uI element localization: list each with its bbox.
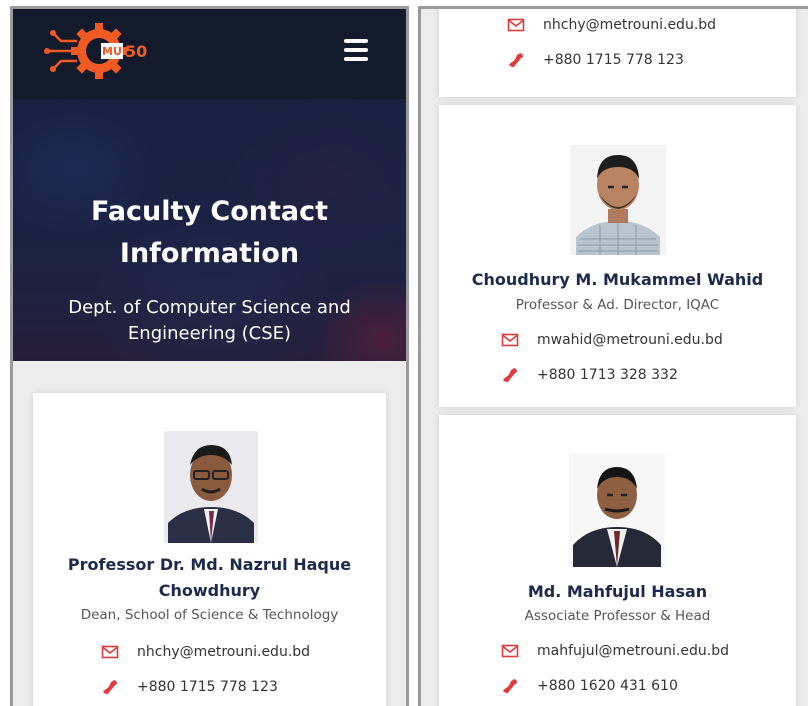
page-title-line1: Faculty Contact: [13, 191, 406, 233]
faculty-role: Dean, School of Science & Technology: [33, 607, 386, 623]
page-subtitle-line1: Dept. of Computer Science and: [13, 295, 406, 321]
left-mobile-screenshot: MU 50 Faculty Contact Information Dept. …: [10, 6, 409, 706]
phone-number[interactable]: +880 1620 431 610: [537, 678, 678, 694]
hero-banner: Faculty Contact Information Dept. of Com…: [13, 99, 406, 361]
email-link[interactable]: nhchy@metrouni.edu.bd: [543, 17, 716, 33]
phone-row[interactable]: +880 1715 778 123: [101, 676, 278, 698]
email-link[interactable]: nhchy@metrouni.edu.bd: [137, 644, 310, 660]
faculty-name: Professor Dr. Md. Nazrul Haque Chowdhury: [33, 552, 386, 604]
page-subtitle-line2: Engineering (CSE): [13, 321, 406, 347]
faculty-name: Choudhury M. Mukammel Wahid: [439, 267, 796, 293]
page-title-line2: Information: [13, 233, 406, 275]
faculty-role: Associate Professor & Head: [439, 608, 796, 624]
faculty-card-partial: nhchy@metrouni.edu.bd +880 1715 778 123: [439, 6, 796, 97]
svg-text:MU: MU: [102, 45, 122, 58]
envelope-icon: [101, 643, 119, 661]
faculty-card: Choudhury M. Mukammel Wahid Professor & …: [439, 105, 796, 407]
faculty-name-line2: Chowdhury: [33, 578, 386, 604]
phone-number[interactable]: +880 1713 328 332: [537, 367, 678, 383]
phone-number[interactable]: +880 1715 778 123: [137, 679, 278, 695]
phone-icon: [501, 366, 519, 384]
svg-text:50: 50: [125, 42, 147, 61]
phone-icon: [101, 678, 119, 696]
faculty-card: Professor Dr. Md. Nazrul Haque Chowdhury…: [33, 393, 386, 706]
top-navbar: MU 50: [13, 9, 406, 99]
envelope-icon: [507, 16, 525, 34]
envelope-icon: [501, 331, 519, 349]
faculty-role: Professor & Ad. Director, IQAC: [439, 297, 796, 313]
faculty-card: Md. Mahfujul Hasan Associate Professor &…: [439, 415, 796, 706]
envelope-icon: [501, 642, 519, 660]
email-row[interactable]: nhchy@metrouni.edu.bd: [101, 641, 310, 663]
faculty-name: Md. Mahfujul Hasan: [439, 579, 796, 605]
phone-row[interactable]: +880 1715 778 123: [507, 49, 684, 71]
phone-row[interactable]: +880 1620 431 610: [501, 675, 678, 697]
page-title: Faculty Contact Information: [13, 191, 406, 275]
faculty-photo: [569, 453, 665, 567]
faculty-photo: [164, 431, 258, 543]
mu50-logo[interactable]: MU 50: [41, 21, 171, 81]
faculty-name-line1: Professor Dr. Md. Nazrul Haque: [33, 552, 386, 578]
phone-icon: [501, 677, 519, 695]
page-subtitle: Dept. of Computer Science and Engineerin…: [13, 295, 406, 347]
phone-row[interactable]: +880 1713 328 332: [501, 364, 678, 386]
email-row[interactable]: mwahid@metrouni.edu.bd: [501, 329, 723, 351]
hamburger-menu-icon[interactable]: [344, 39, 368, 61]
email-row[interactable]: nhchy@metrouni.edu.bd: [507, 14, 716, 36]
email-link[interactable]: mahfujul@metrouni.edu.bd: [537, 643, 729, 659]
gear-circuit-logo-icon: MU 50: [41, 21, 171, 81]
faculty-photo: [570, 145, 666, 255]
phone-number[interactable]: +880 1715 778 123: [543, 52, 684, 68]
phone-icon: [507, 51, 525, 69]
email-link[interactable]: mwahid@metrouni.edu.bd: [537, 332, 723, 348]
email-row[interactable]: mahfujul@metrouni.edu.bd: [501, 640, 729, 662]
right-mobile-screenshot: nhchy@metrouni.edu.bd +880 1715 778 123 …: [418, 6, 808, 706]
